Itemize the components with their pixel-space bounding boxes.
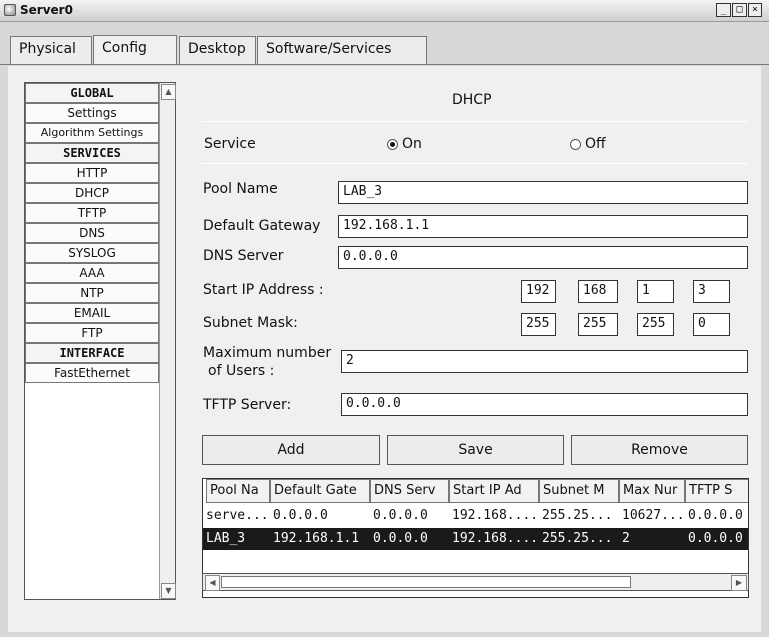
service-off-label: Off [585,136,606,152]
sidebar-scrollbar[interactable]: ▲ ▼ [159,83,176,599]
tab-config[interactable]: Config [93,35,177,65]
sidebar-header-interface: INTERFACE [25,343,159,363]
divider [202,163,748,164]
max-users-label-line1: Maximum number [203,345,332,361]
title-bar: Server0 _ □ × [0,0,769,22]
tab-software-services[interactable]: Software/Services [257,36,427,64]
pool-name-input[interactable]: LAB_3 [338,181,748,204]
default-gateway-label: Default Gateway [203,218,321,234]
service-off-radio[interactable] [570,139,581,150]
column-header-start-ip[interactable]: Start IP Ad [449,479,539,503]
column-header-pool-name[interactable]: Pool Na [206,479,270,503]
scroll-thumb[interactable] [221,576,631,588]
remove-button[interactable]: Remove [571,435,748,465]
config-sidebar: GLOBAL Settings Algorithm Settings SERVI… [24,82,176,600]
start-ip-octet-4[interactable]: 3 [693,280,730,303]
service-on-radio[interactable] [387,139,398,150]
sidebar-item-fastethernet[interactable]: FastEthernet [25,363,159,383]
sidebar-item-settings[interactable]: Settings [25,103,159,123]
table-cell: 192.168.... [452,531,539,546]
sidebar-item-algorithm-settings[interactable]: Algorithm Settings [25,123,159,143]
column-header-max-users[interactable]: Max Nur [619,479,685,503]
table-cell: 255.25... [542,531,613,546]
subnet-mask-octet-3[interactable]: 255 [637,313,674,336]
sidebar-item-ntp[interactable]: NTP [25,283,159,303]
sidebar-item-tftp[interactable]: TFTP [25,203,159,223]
subnet-mask-octet-1[interactable]: 255 [521,313,556,336]
table-cell: 0.0.0.0 [688,531,743,546]
sidebar-item-dns[interactable]: DNS [25,223,159,243]
table-cell: 192.168.... [452,508,539,523]
table-cell: 2 [622,531,630,546]
sidebar-item-email[interactable]: EMAIL [25,303,159,323]
default-gateway-input[interactable]: 192.168.1.1 [338,215,748,238]
pool-name-label: Pool Name [203,181,278,197]
tftp-server-label: TFTP Server: [203,397,292,413]
table-cell: 0.0.0.0 [688,508,743,523]
service-label: Service [204,136,256,152]
dhcp-title: DHCP [452,92,492,108]
table-cell: 0.0.0.0 [373,531,428,546]
subnet-mask-octet-4[interactable]: 0 [693,313,730,336]
table-cell: LAB_3 [206,531,246,546]
table-cell: 0.0.0.0 [273,508,328,523]
service-on-label: On [402,136,422,152]
scroll-up-icon[interactable]: ▲ [161,84,176,100]
minimize-button[interactable]: _ [716,3,731,17]
maximize-button[interactable]: □ [732,3,747,17]
sidebar-header-global: GLOBAL [25,83,159,103]
start-ip-octet-2[interactable]: 168 [578,280,618,303]
subnet-mask-octet-2[interactable]: 255 [578,313,618,336]
scroll-left-icon[interactable]: ◀ [205,575,220,591]
sidebar-header-services: SERVICES [25,143,159,163]
close-button[interactable]: × [748,3,762,17]
column-header-dns-server[interactable]: DNS Serv [370,479,449,503]
window-title: Server0 [20,3,73,17]
sidebar-item-dhcp[interactable]: DHCP [25,183,159,203]
dns-server-input[interactable]: 0.0.0.0 [338,246,748,269]
scroll-down-icon[interactable]: ▼ [161,583,176,599]
table-cell: 255.25... [542,508,613,523]
table-horizontal-scrollbar[interactable]: ◀ ▶ [202,573,749,591]
table-cell: serve... [206,508,269,523]
column-header-subnet-mask[interactable]: Subnet M [539,479,619,503]
table-cell: 192.168.1.1 [273,531,360,546]
table-cell: 10627... [622,508,685,523]
column-header-default-gateway[interactable]: Default Gate [270,479,370,503]
save-button[interactable]: Save [387,435,564,465]
start-ip-octet-3[interactable]: 1 [637,280,674,303]
tab-divider [0,64,769,65]
dns-server-label: DNS Server [203,248,284,264]
sidebar-item-syslog[interactable]: SYSLOG [25,243,159,263]
max-users-label-line2: of Users : [208,363,275,379]
tftp-server-input[interactable]: 0.0.0.0 [341,393,748,416]
start-ip-octet-1[interactable]: 192 [521,280,556,303]
app-icon [4,4,16,16]
start-ip-label: Start IP Address : [203,282,324,298]
tab-physical[interactable]: Physical [10,36,92,64]
table-cell: 0.0.0.0 [373,508,428,523]
column-header-tftp-server[interactable]: TFTP S [685,479,748,503]
scroll-right-icon[interactable]: ▶ [731,575,747,591]
divider [202,121,748,122]
sidebar-item-ftp[interactable]: FTP [25,323,159,343]
table-row[interactable]: serve... 0.0.0.0 0.0.0.0 192.168.... 255… [203,505,748,527]
add-button[interactable]: Add [202,435,380,465]
subnet-mask-label: Subnet Mask: [203,315,298,331]
max-users-input[interactable]: 2 [341,350,748,373]
sidebar-item-http[interactable]: HTTP [25,163,159,183]
table-row-selected[interactable]: LAB_3 192.168.1.1 0.0.0.0 192.168.... 25… [203,528,748,550]
sidebar-item-aaa[interactable]: AAA [25,263,159,283]
tab-desktop[interactable]: Desktop [179,36,256,64]
